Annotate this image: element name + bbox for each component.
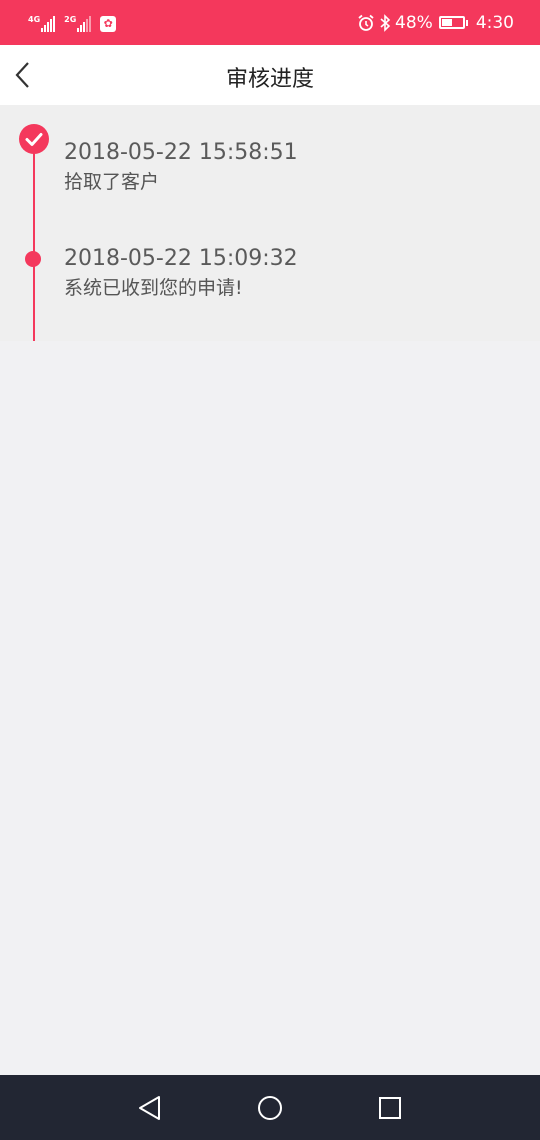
alarm-icon bbox=[358, 14, 374, 31]
system-home-button[interactable] bbox=[255, 1093, 285, 1123]
app-notification-icon: ✿ bbox=[100, 16, 117, 32]
network-label-2: 2G bbox=[64, 15, 77, 24]
signal-icon-2: 2G bbox=[64, 16, 92, 32]
timeline-desc: 系统已收到您的申请! bbox=[64, 277, 243, 299]
timeline-line bbox=[33, 141, 35, 341]
status-left: 4G 2G ✿ bbox=[28, 12, 117, 32]
progress-timeline: 2018-05-22 15:58:51 拾取了客户 2018-05-22 15:… bbox=[0, 105, 540, 341]
battery-icon bbox=[438, 16, 468, 29]
recents-square-icon bbox=[379, 1097, 401, 1119]
bluetooth-icon bbox=[380, 13, 391, 32]
signal-icon: 4G bbox=[28, 16, 56, 32]
home-circle-icon bbox=[258, 1096, 282, 1120]
system-recents-button[interactable] bbox=[375, 1093, 405, 1123]
timeline-desc: 拾取了客户 bbox=[64, 171, 160, 193]
timeline-time: 2018-05-22 15:09:32 bbox=[64, 246, 298, 271]
status-right: 48% 4:30 bbox=[353, 0, 514, 45]
timeline-item: 2018-05-22 15:58:51 拾取了客户 bbox=[64, 139, 298, 195]
timeline-time: 2018-05-22 15:58:51 bbox=[64, 140, 298, 165]
page-title: 审核进度 bbox=[225, 67, 314, 92]
dot-icon bbox=[25, 251, 41, 267]
system-back-button[interactable] bbox=[135, 1093, 165, 1123]
timeline-item: 2018-05-22 15:09:32 系统已收到您的申请! bbox=[64, 245, 298, 301]
network-label-1: 4G bbox=[28, 15, 41, 24]
back-triangle-icon bbox=[139, 1096, 160, 1120]
status-bar: 4G 2G ✿ 48% 4:30 bbox=[0, 0, 540, 45]
check-circle-icon bbox=[19, 124, 49, 154]
header-bar: 审核进度 bbox=[0, 45, 540, 105]
clock-time: 4:30 bbox=[475, 12, 514, 33]
battery-percent: 48% bbox=[395, 12, 433, 33]
system-navigation-bar bbox=[0, 1075, 540, 1140]
